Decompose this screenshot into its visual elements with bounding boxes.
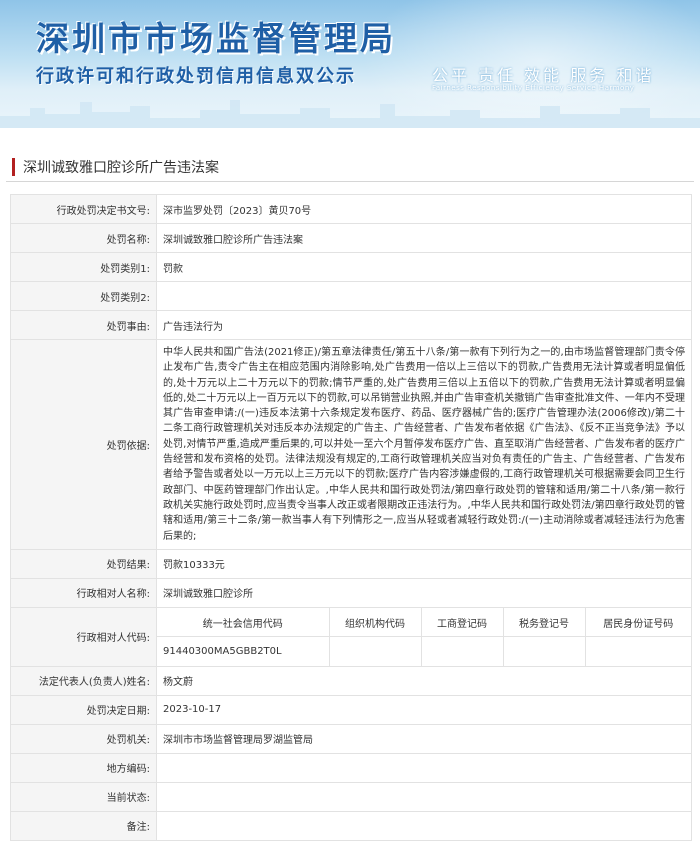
table-row: 处罚名称: 深圳诚致雅口腔诊所广告违法案 xyxy=(10,223,692,253)
penalty-info-table: 行政处罚决定书文号: 深市监罗处罚〔2023〕黄贝70号 处罚名称: 深圳诚致雅… xyxy=(10,194,692,841)
status-value xyxy=(156,781,692,812)
banner-slogan-english: Fairness Responsibility Efficiency Servi… xyxy=(432,84,635,92)
id-number-value xyxy=(585,637,691,666)
category2-value xyxy=(156,281,692,311)
table-row: 91440300MA5GBB2T0L xyxy=(157,636,691,666)
table-row: 处罚依据: 中华人民共和国广告法(2021修正)/第五章法律责任/第五十八条/第… xyxy=(10,339,692,550)
field-label: 行政处罚决定书文号: xyxy=(10,194,157,224)
table-row: 处罚决定日期: 2023-10-17 xyxy=(10,694,692,725)
tax-reg-value xyxy=(503,636,586,666)
org-code-value xyxy=(329,636,422,666)
column-header: 统一社会信用代码 xyxy=(157,607,330,638)
result-value: 罚款10333元 xyxy=(156,548,692,579)
table-row: 统一社会信用代码 组织机构代码 工商登记码 税务登记号 居民身份证号码 xyxy=(157,607,691,638)
field-label: 处罚事由: xyxy=(10,310,157,340)
site-banner: 深圳市市场监督管理局 行政许可和行政处罚信用信息双公示 公平 责任 效能 服务 … xyxy=(0,0,700,128)
banner-slogan: 公平 责任 效能 服务 和谐 xyxy=(432,66,655,85)
city-skyline-graphic xyxy=(0,100,700,128)
decision-date-value: 2023-10-17 xyxy=(156,694,692,725)
business-reg-value xyxy=(421,636,504,666)
legal-basis-value: 中华人民共和国广告法(2021修正)/第五章法律责任/第五十八条/第一款有下列行… xyxy=(156,339,692,550)
local-code-value xyxy=(156,752,692,783)
table-row: 处罚事由: 广告违法行为 xyxy=(10,310,692,340)
decision-number-value: 深市监罗处罚〔2023〕黄贝70号 xyxy=(156,194,692,224)
credit-code-value: 91440300MA5GBB2T0L xyxy=(157,636,330,666)
party-name-value: 深圳诚致雅口腔诊所 xyxy=(156,577,692,608)
table-row: 备注: xyxy=(10,810,692,841)
legal-rep-value: 杨文蔚 xyxy=(156,665,692,696)
field-label: 行政相对人名称: xyxy=(10,577,157,608)
banner-title: 深圳市市场监督管理局 xyxy=(36,19,396,58)
table-row: 处罚结果: 罚款10333元 xyxy=(10,548,692,579)
case-title-header: 深圳诚致雅口腔诊所广告违法案 xyxy=(6,156,694,182)
field-label: 处罚名称: xyxy=(10,223,157,253)
remark-value xyxy=(156,810,692,841)
field-label: 行政相对人代码: xyxy=(10,606,157,667)
table-row: 行政处罚决定书文号: 深市监罗处罚〔2023〕黄贝70号 xyxy=(10,194,692,224)
table-row: 处罚类别2: xyxy=(10,281,692,311)
party-code-cell: 统一社会信用代码 组织机构代码 工商登记码 税务登记号 居民身份证号码 9144… xyxy=(156,606,692,667)
category1-value: 罚款 xyxy=(156,252,692,282)
table-row: 当前状态: xyxy=(10,781,692,812)
field-label: 处罚类别2: xyxy=(10,281,157,311)
table-row: 处罚类别1: 罚款 xyxy=(10,252,692,282)
table-row: 法定代表人(负责人)姓名: 杨文蔚 xyxy=(10,665,692,696)
field-label: 地方编码: xyxy=(10,752,157,783)
party-code-table: 统一社会信用代码 组织机构代码 工商登记码 税务登记号 居民身份证号码 9144… xyxy=(157,607,691,666)
field-label: 处罚依据: xyxy=(10,339,157,550)
table-row: 地方编码: xyxy=(10,752,692,783)
table-row: 行政相对人代码: 统一社会信用代码 组织机构代码 工商登记码 税务登记号 居民身… xyxy=(10,606,692,667)
reason-value: 广告违法行为 xyxy=(156,310,692,340)
authority-value: 深圳市市场监督管理局罗湖监管局 xyxy=(156,723,692,754)
field-label: 法定代表人(负责人)姓名: xyxy=(10,665,157,696)
case-title: 深圳诚致雅口腔诊所广告违法案 xyxy=(23,160,219,176)
table-row: 行政相对人名称: 深圳诚致雅口腔诊所 xyxy=(10,577,692,608)
title-accent-bar xyxy=(12,158,15,176)
field-label: 备注: xyxy=(10,810,157,841)
column-header: 税务登记号 xyxy=(503,607,586,638)
field-label: 处罚机关: xyxy=(10,723,157,754)
banner-subtitle: 行政许可和行政处罚信用信息双公示 xyxy=(36,66,356,87)
column-header: 工商登记码 xyxy=(421,607,504,638)
penalty-name-value: 深圳诚致雅口腔诊所广告违法案 xyxy=(156,223,692,253)
table-row: 处罚机关: 深圳市市场监督管理局罗湖监管局 xyxy=(10,723,692,754)
field-label: 当前状态: xyxy=(10,781,157,812)
column-header: 居民身份证号码 xyxy=(585,607,691,638)
field-label: 处罚结果: xyxy=(10,548,157,579)
field-label: 处罚决定日期: xyxy=(10,694,157,725)
field-label: 处罚类别1: xyxy=(10,252,157,282)
column-header: 组织机构代码 xyxy=(329,607,422,638)
